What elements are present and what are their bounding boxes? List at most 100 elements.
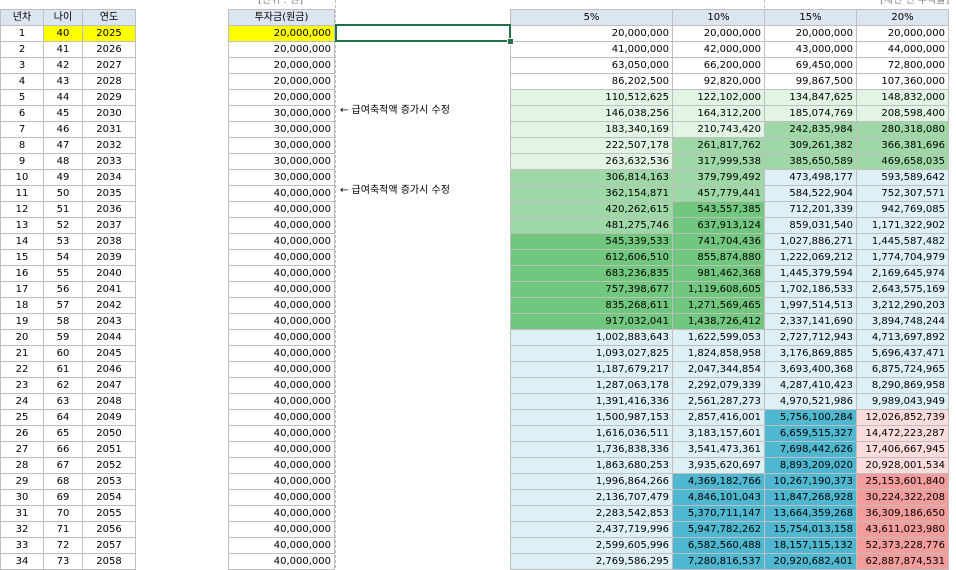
rate-value-cell[interactable]: 5,947,782,262 [672,521,765,538]
calendar-year-cell[interactable]: 2035 [82,185,136,202]
rate-value-cell[interactable]: 2,169,645,974 [856,265,949,282]
calendar-year-cell[interactable]: 2047 [82,377,136,394]
rate-value-cell[interactable]: 942,769,085 [856,201,949,218]
rate-value-cell[interactable]: 20,000,000 [856,25,949,42]
rate-value-cell[interactable]: 69,450,000 [764,57,857,74]
rate-value-cell[interactable]: 593,589,642 [856,169,949,186]
rate-value-cell[interactable]: 2,643,575,169 [856,281,949,298]
investment-cell[interactable]: 40,000,000 [228,361,335,378]
rate-value-cell[interactable]: 210,743,420 [672,121,765,138]
year-cell[interactable]: 22 [0,361,44,378]
year-cell[interactable]: 13 [0,217,44,234]
age-cell[interactable]: 47 [43,137,83,154]
rate-value-cell[interactable]: 712,201,339 [764,201,857,218]
rate-value-cell[interactable]: 420,262,615 [510,201,673,218]
age-cell[interactable]: 54 [43,249,83,266]
age-cell[interactable]: 72 [43,537,83,554]
investment-cell[interactable]: 20,000,000 [228,25,335,42]
rate-value-cell[interactable]: 8,893,209,020 [764,457,857,474]
year-cell[interactable]: 23 [0,377,44,394]
year-cell[interactable]: 30 [0,489,44,506]
rate-value-cell[interactable]: 134,847,625 [764,89,857,106]
calendar-year-cell[interactable]: 2034 [82,169,136,186]
rate-value-cell[interactable]: 12,026,852,739 [856,409,949,426]
age-cell[interactable]: 50 [43,185,83,202]
calendar-year-cell[interactable]: 2029 [82,89,136,106]
age-cell[interactable]: 66 [43,441,83,458]
investment-cell[interactable]: 40,000,000 [228,377,335,394]
calendar-year-cell[interactable]: 2053 [82,473,136,490]
investment-cell[interactable]: 40,000,000 [228,489,335,506]
rate-value-cell[interactable]: 20,928,001,534 [856,457,949,474]
age-cell[interactable]: 67 [43,457,83,474]
rate-value-cell[interactable]: 9,989,043,949 [856,393,949,410]
rate-value-cell[interactable]: 2,561,287,273 [672,393,765,410]
rate-value-cell[interactable]: 42,000,000 [672,41,765,58]
rate-value-cell[interactable]: 469,658,035 [856,153,949,170]
investment-cell[interactable]: 40,000,000 [228,409,335,426]
rate-value-cell[interactable]: 2,292,079,339 [672,377,765,394]
year-cell[interactable]: 10 [0,169,44,186]
rate-header[interactable]: 15% [764,9,857,26]
rate-value-cell[interactable]: 1,171,322,902 [856,217,949,234]
rate-value-cell[interactable]: 41,000,000 [510,41,673,58]
age-cell[interactable]: 56 [43,281,83,298]
calendar-year-cell[interactable]: 2048 [82,393,136,410]
rate-value-cell[interactable]: 280,318,080 [856,121,949,138]
rate-value-cell[interactable]: 1,996,864,266 [510,473,673,490]
rate-value-cell[interactable]: 13,664,359,268 [764,505,857,522]
col-header[interactable]: 나이 [43,9,83,26]
age-cell[interactable]: 65 [43,425,83,442]
rate-value-cell[interactable]: 66,200,000 [672,57,765,74]
year-cell[interactable]: 34 [0,553,44,570]
col-header[interactable]: 연도 [82,9,136,26]
rate-value-cell[interactable]: 99,867,500 [764,73,857,90]
rate-value-cell[interactable]: 25,153,601,840 [856,473,949,490]
rate-value-cell[interactable]: 545,339,533 [510,233,673,250]
rate-value-cell[interactable]: 835,268,611 [510,297,673,314]
rate-value-cell[interactable]: 1,500,987,153 [510,409,673,426]
investment-cell[interactable]: 40,000,000 [228,185,335,202]
calendar-year-cell[interactable]: 2049 [82,409,136,426]
rate-value-cell[interactable]: 6,875,724,965 [856,361,949,378]
rate-value-cell[interactable]: 543,557,385 [672,201,765,218]
age-cell[interactable]: 64 [43,409,83,426]
rate-header[interactable]: 20% [856,9,949,26]
rate-value-cell[interactable]: 4,369,182,766 [672,473,765,490]
rate-value-cell[interactable]: 306,814,163 [510,169,673,186]
rate-value-cell[interactable]: 3,212,290,203 [856,297,949,314]
rate-value-cell[interactable]: 3,176,869,885 [764,345,857,362]
calendar-year-cell[interactable]: 2057 [82,537,136,554]
rate-value-cell[interactable]: 457,779,441 [672,185,765,202]
rate-value-cell[interactable]: 1,445,587,482 [856,233,949,250]
calendar-year-cell[interactable]: 2026 [82,41,136,58]
age-cell[interactable]: 68 [43,473,83,490]
investment-cell[interactable]: 40,000,000 [228,441,335,458]
calendar-year-cell[interactable]: 2056 [82,521,136,538]
year-cell[interactable]: 21 [0,345,44,362]
investment-header[interactable]: 투자금(원금) [228,9,335,26]
year-cell[interactable]: 28 [0,457,44,474]
investment-cell[interactable]: 20,000,000 [228,57,335,74]
rate-value-cell[interactable]: 1,271,569,465 [672,297,765,314]
year-cell[interactable]: 4 [0,73,44,90]
rate-value-cell[interactable]: 3,541,473,361 [672,441,765,458]
rate-value-cell[interactable]: 4,846,101,043 [672,489,765,506]
investment-cell[interactable]: 20,000,000 [228,89,335,106]
calendar-year-cell[interactable]: 2045 [82,345,136,362]
rate-value-cell[interactable]: 366,381,696 [856,137,949,154]
investment-cell[interactable]: 40,000,000 [228,457,335,474]
year-cell[interactable]: 18 [0,297,44,314]
year-cell[interactable]: 26 [0,425,44,442]
rate-value-cell[interactable]: 859,031,540 [764,217,857,234]
age-cell[interactable]: 69 [43,489,83,506]
rate-value-cell[interactable]: 1,622,599,053 [672,329,765,346]
year-cell[interactable]: 25 [0,409,44,426]
rate-value-cell[interactable]: 62,887,874,531 [856,553,949,570]
calendar-year-cell[interactable]: 2036 [82,201,136,218]
age-cell[interactable]: 51 [43,201,83,218]
age-cell[interactable]: 52 [43,217,83,234]
investment-cell[interactable]: 40,000,000 [228,393,335,410]
rate-value-cell[interactable]: 1,702,186,533 [764,281,857,298]
age-cell[interactable]: 59 [43,329,83,346]
